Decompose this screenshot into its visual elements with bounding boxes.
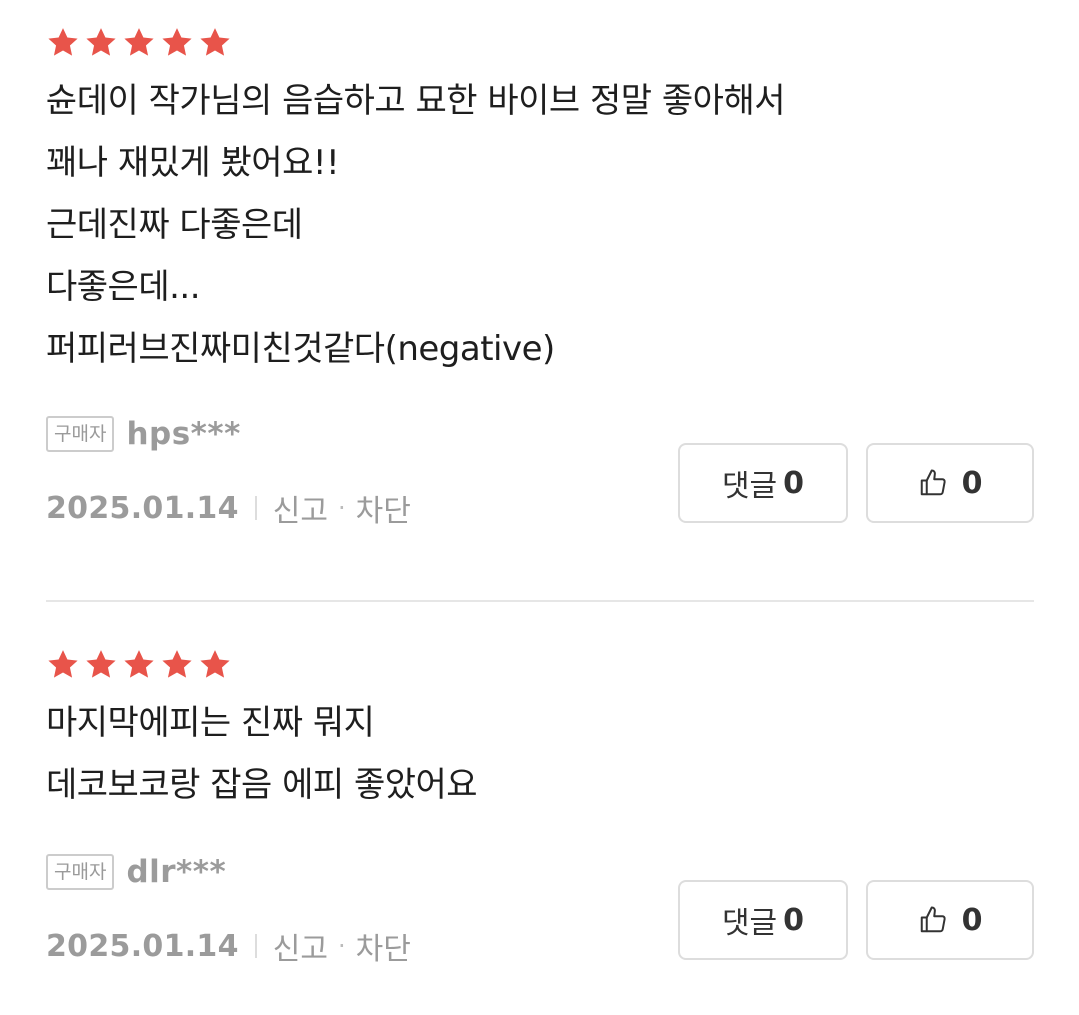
review-text-line: 슌데이 작가님의 음습하고 묘한 바이브 정말 좋아해서 [46, 81, 786, 121]
star-rating [46, 648, 1034, 682]
thumbs-up-icon [920, 469, 946, 496]
review-text-line: 퍼피러브진짜미친것같다(negative) [46, 329, 555, 369]
review-text-line: 마지막에피는 진짜 뭐지 [46, 703, 375, 743]
review-text: 마지막에피는 진짜 뭐지 데코보코랑 잡음 에피 좋았어요 [46, 692, 1034, 816]
like-count: 0 [961, 465, 983, 501]
dot-separator: · [338, 494, 346, 522]
star-icon [200, 28, 230, 56]
review-text-line: 데코보코랑 잡음 에피 좋았어요 [46, 765, 478, 805]
report-link[interactable]: 신고 [273, 924, 328, 968]
star-icon [124, 650, 154, 678]
username: dlr*** [126, 854, 227, 890]
review-text-line: 꽤나 재밌게 봤어요!! [46, 143, 340, 183]
star-rating [46, 26, 1034, 60]
star-icon [124, 28, 154, 56]
comment-count: 0 [783, 902, 805, 938]
star-icon [162, 28, 192, 56]
comment-count: 0 [783, 465, 805, 501]
buyer-badge: 구매자 [46, 416, 115, 452]
review-item: 마지막에피는 진짜 뭐지 데코보코랑 잡음 에피 좋았어요 [46, 648, 1034, 816]
username: hps*** [126, 416, 241, 452]
separator [254, 934, 257, 958]
review-text-line: 근데진짜 다좋은데 [46, 205, 303, 245]
star-icon [86, 650, 116, 678]
like-button[interactable]: 0 [866, 443, 1034, 523]
star-icon [162, 650, 192, 678]
star-icon [200, 650, 230, 678]
review-item: 슌데이 작가님의 음습하고 묘한 바이브 정말 좋아해서 꽤나 재밌게 봤어요!… [46, 26, 1034, 380]
star-icon [86, 28, 116, 56]
review-text-line: 다좋은데... [46, 267, 201, 307]
comment-label: 댓글 [721, 906, 778, 941]
review-meta: 구매자 dlr*** 2025.01.14 신고 · 차단 [46, 852, 411, 968]
comment-label: 댓글 [721, 469, 778, 504]
report-link[interactable]: 신고 [273, 486, 328, 530]
like-count: 0 [961, 902, 983, 938]
review-divider [46, 600, 1034, 602]
block-link[interactable]: 차단 [356, 924, 411, 968]
review-text: 슌데이 작가님의 음습하고 묘한 바이브 정말 좋아해서 꽤나 재밌게 봤어요!… [46, 70, 1034, 380]
comment-button[interactable]: 댓글 0 [678, 443, 848, 523]
like-button[interactable]: 0 [866, 880, 1034, 960]
separator [254, 496, 257, 520]
dot-separator: · [338, 932, 346, 960]
review-meta: 구매자 hps*** 2025.01.14 신고 · 차단 [46, 414, 411, 530]
thumbs-up-icon [920, 906, 946, 933]
star-icon [48, 28, 78, 56]
star-icon [48, 650, 78, 678]
buyer-badge: 구매자 [46, 854, 115, 890]
review-date: 2025.01.14 [46, 490, 239, 526]
block-link[interactable]: 차단 [356, 486, 411, 530]
comment-button[interactable]: 댓글 0 [678, 880, 848, 960]
review-date: 2025.01.14 [46, 928, 239, 964]
